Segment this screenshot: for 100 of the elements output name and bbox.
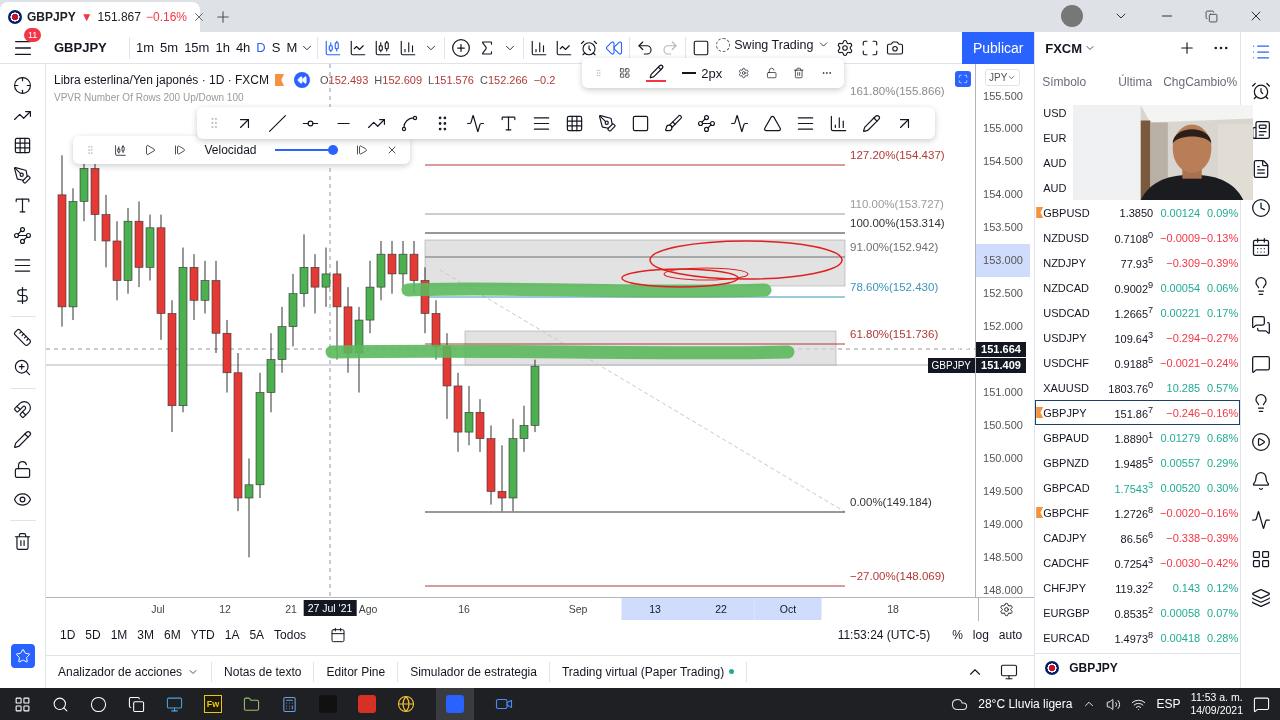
symbol-cell-text: NZDUSD [1043,231,1091,244]
symbol-cell-text: EURGBP [1043,606,1091,619]
range-button[interactable]: YTD [190,628,215,643]
symbol-button[interactable]: GBPJPY [46,34,126,61]
last-price-cell-text: 1.2665$^{7}$ [1113,305,1154,320]
watchlist-row[interactable]: GBPCAD 1.7543$^{3}$ 0.00520 0.30% [1035,475,1241,500]
watchlist-row[interactable]: GBPUSD 1.3850 0.00124 0.09% [1035,200,1241,225]
column-header[interactable]: Símbolo [1042,75,1093,89]
interval-button[interactable]: 4h [232,36,254,59]
symbol-cell-text: GBPNZD [1043,456,1091,469]
scale-option[interactable]: log [972,628,989,643]
change-cell-text: 0.00058 [1159,606,1201,619]
watchlist-row[interactable]: CHFJPY 119.32$^{2}$ 0.143 0.12% [1035,575,1241,600]
symbol-cell[interactable]: AUD [1043,181,1067,194]
percent-cell-text: 0.17% [1206,306,1239,319]
range-button[interactable]: 3M [137,628,155,643]
watchlist-row[interactable]: GBPAUD 1.8890$^{1}$ 0.01279 0.68% [1035,425,1241,450]
watchlist-row[interactable]: NZDCAD 0.9002$^{9}$ 0.00054 0.06% [1035,275,1241,300]
watchlist-row[interactable]: EURCAD 1.4973$^{8}$ 0.00418 0.28% [1035,625,1241,650]
tab-change: −0.16% [145,10,187,24]
watchlist-row[interactable]: USDJPY 109.64$^{3}$ −0.294−0.27% [1035,325,1241,350]
range-button[interactable]: Todos [274,628,307,643]
percent-cell-text: 0.06% [1206,281,1239,294]
watchlist-row[interactable]: CADJPY 86.56$^{6}$ −0.338−0.39% [1035,525,1241,550]
change-cell-text: 0.00520 [1159,481,1201,494]
interval-button[interactable]: 15m [181,36,213,59]
change-cell-text: 0.01279 [1159,431,1201,444]
fib-label: 78.60%(152.430) [850,281,939,294]
fib-label: −27.00%(148.069) [850,570,945,583]
interval-button[interactable]: 1h [212,36,233,59]
panel-tab[interactable]: Notas de texto [212,661,315,682]
column-header[interactable]: ChgCambio% [1152,75,1238,89]
app-icon[interactable]: Fw [204,695,222,713]
panel-tab[interactable]: Editor Pine [314,661,399,682]
interval-button[interactable]: S [268,36,284,59]
symbol-cell[interactable]: AUD [1043,156,1067,169]
watchlist-row[interactable]: EURGBP 0.8535$^{2}$ 0.00058 0.07% [1035,600,1241,625]
language-text[interactable]: ESP [1156,697,1181,711]
source-dropdown[interactable]: FXCM [1045,40,1097,56]
change-cell-text: 0.00418 [1159,631,1201,644]
panel-tab[interactable]: Analizador de acciones [46,661,213,682]
fib-label: 127.20%(154.437) [850,149,945,162]
change-cell-text: 10.285 [1165,381,1201,394]
currency-dropdown[interactable]: JPY [985,69,1021,86]
watchlist-row[interactable]: GBPNZD 1.9485$^{5}$ 0.00557 0.29% [1035,450,1241,475]
last-price-cell-text: 1.7543$^{3}$ [1113,480,1154,495]
range-button[interactable]: 5A [249,628,265,643]
panel-tab[interactable]: Simulador de estrategia [398,661,550,682]
interval-button[interactable]: M [283,36,301,59]
symbol-cell-text: CHFJPY [1043,581,1087,594]
symbol-cell-text: GBPAUD [1043,431,1090,444]
percent-cell: −0.39% [1200,256,1239,269]
scale-option[interactable]: % [952,628,963,643]
ohlc-value: L151.576 [428,74,474,86]
watchlist-row[interactable]: NZDJPY 77.93$^{5}$ −0.309−0.39% [1035,250,1241,275]
interval-button[interactable]: 1m [133,36,158,59]
range-button[interactable]: 1A [224,628,240,643]
watchlist-row[interactable]: NZDUSD 0.7108$^{0}$ −0.0009−0.13% [1035,225,1241,250]
panel-tab[interactable]: Trading virtual (Paper Trading) [549,661,748,682]
last-price-cell-text: 1.9485$^{5}$ [1113,455,1154,470]
publish-button[interactable]: Publicar [962,31,1035,64]
column-header[interactable]: Última [1092,75,1153,89]
interval-button[interactable]: 5m [157,36,182,59]
layout-button[interactable]: Swing Trading [713,35,834,54]
symbol-cell-text: USDCHF [1043,356,1091,369]
watchlist-row[interactable]: XAUUSD 1803.76$^{0}$ 10.285 0.57% [1035,375,1241,400]
symbol-cell-text: CADCHF [1043,556,1091,569]
fib-label: 100.00%(153.314) [850,217,945,230]
last-price-tag: 151.409 [976,358,1026,373]
last-price-cell-text: 0.9188$^{5}$ [1113,355,1154,370]
watchlist-row[interactable]: GBPCHF 1.2726$^{8}$ −0.0020−0.16% [1035,500,1241,525]
crosshair-price-tag: 151.664 [976,342,1026,357]
time-label: 13 [621,598,689,620]
scale-option[interactable]: auto [998,628,1023,643]
last-price-cell-text: 0.7254$^{3}$ [1113,555,1154,570]
price-label: 150.000 [982,450,1024,466]
interval-button[interactable]: D [253,36,269,59]
range-button[interactable]: 1D [60,628,76,643]
percent-cell-text: 0.57% [1206,381,1239,394]
range-button[interactable]: 5D [85,628,101,643]
symbol-cell[interactable]: USD [1043,106,1067,119]
date-text[interactable]: 14/09/2021 [1190,704,1243,717]
watchlist-row[interactable]: CADCHF 0.7254$^{3}$ −0.0030−0.42% [1035,550,1241,575]
last-price-cell-text: 1.8890$^{1}$ [1113,430,1154,445]
browser-tab[interactable]: GBPJPY ▼ 151.867 −0.16% [0,2,200,32]
weather-text[interactable]: 28°C Lluvia ligera [978,697,1073,711]
watchlist-row[interactable]: USDCHF 0.9188$^{5}$ −0.0021−0.24% [1035,350,1241,375]
change-cell-text: −0.0030 [1159,556,1201,569]
watchlist-row[interactable]: USDCAD 1.2665$^{7}$ 0.00221 0.17% [1035,300,1241,325]
symbol-cell[interactable]: EUR [1043,131,1067,144]
line-width-button[interactable]: 2px [682,65,723,81]
price-label: 153.000 [976,244,1030,278]
range-button[interactable]: 6M [164,628,181,643]
change-cell-text: −0.0020 [1159,506,1201,519]
range-button[interactable]: 1M [110,628,128,643]
time-text[interactable]: 11:53 a. m. [1190,691,1243,704]
watchlist-row[interactable]: GBPJPY 151.86$^{7}$ −0.246−0.16% [1035,400,1241,425]
symbol-cell-text: XAUUSD [1043,381,1091,394]
price-label: 154.000 [982,187,1024,203]
symbol-cell-text: USDCAD [1043,306,1091,319]
